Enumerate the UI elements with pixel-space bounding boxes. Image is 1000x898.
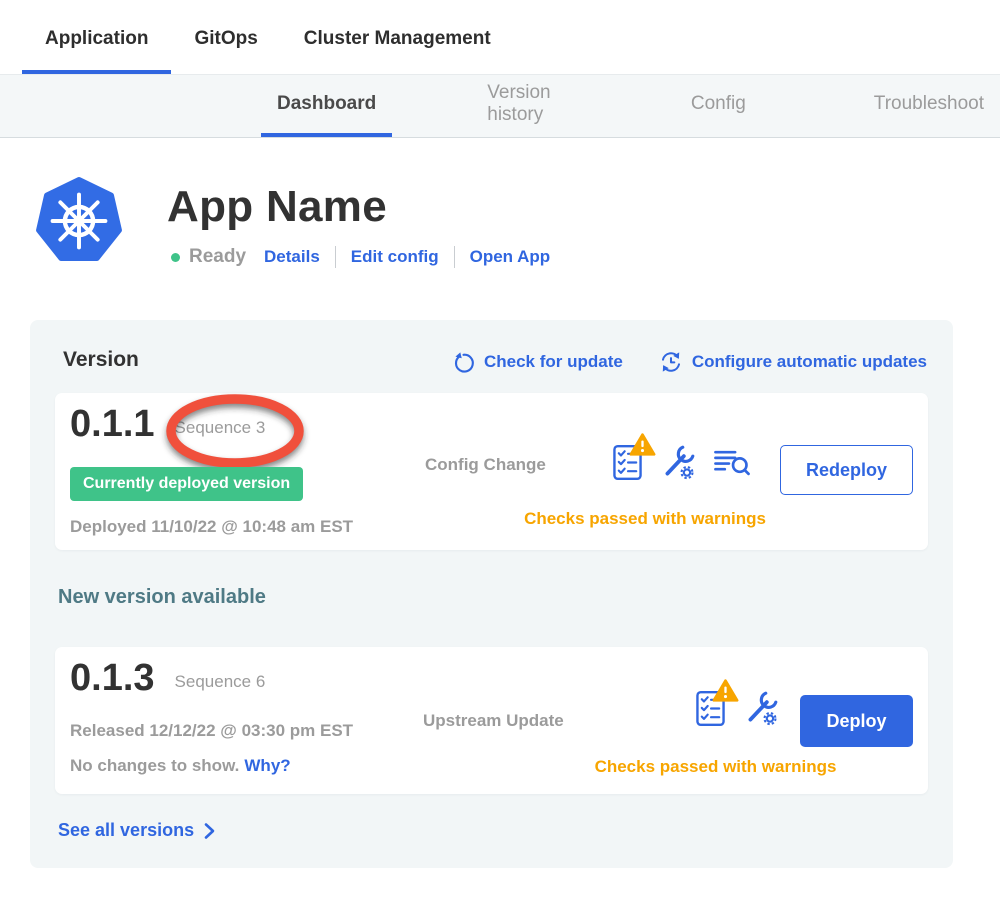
check-for-update-label: Check for update	[484, 352, 623, 372]
open-app-link[interactable]: Open App	[470, 247, 551, 267]
auto-update-clock-icon	[659, 350, 683, 374]
status-badge: Ready	[189, 246, 246, 268]
edit-config-wrench-icon[interactable]	[660, 443, 696, 481]
no-changes-text: No changes to show. Why?	[70, 756, 291, 776]
tab-version-history[interactable]: Version history	[471, 75, 579, 137]
version-panel: Version Check for update Configure autom…	[30, 320, 953, 868]
kubernetes-logo-icon	[35, 176, 123, 266]
current-version-sequence: Sequence 3	[175, 418, 266, 438]
top-nav: Application GitOps Cluster Management	[0, 0, 1000, 74]
view-diff-icon[interactable]	[713, 447, 751, 478]
new-version-sequence: Sequence 6	[175, 672, 266, 692]
current-version-number: 0.1.1	[70, 405, 155, 443]
why-link[interactable]: Why?	[244, 756, 290, 775]
tab-gitops[interactable]: GitOps	[171, 28, 280, 74]
currently-deployed-badge: Currently deployed version	[70, 467, 303, 501]
preflight-warning-text: Checks passed with warnings	[563, 757, 868, 777]
preflight-warning-text: Checks passed with warnings	[495, 509, 795, 529]
new-version-card: 0.1.3 Sequence 6 Released 12/12/22 @ 03:…	[55, 647, 928, 794]
new-version-source: Upstream Update	[423, 711, 564, 731]
app-header: App Name Ready Details Edit config Open …	[35, 176, 1000, 268]
configure-automatic-updates-label: Configure automatic updates	[692, 352, 927, 372]
deployed-timestamp: Deployed 11/10/22 @ 10:48 am EST	[70, 517, 353, 537]
warning-triangle-icon	[629, 432, 656, 457]
new-version-number: 0.1.3	[70, 659, 155, 697]
see-all-versions-link[interactable]: See all versions	[58, 820, 216, 841]
preflight-checks-icon[interactable]	[612, 444, 643, 481]
tab-application[interactable]: Application	[22, 28, 171, 74]
app-sub-nav: Dashboard Version history Config Trouble…	[0, 74, 1000, 138]
details-link[interactable]: Details	[264, 247, 320, 267]
new-version-available-heading: New version available	[58, 586, 266, 609]
tab-config[interactable]: Config	[675, 75, 762, 137]
no-changes-label: No changes to show.	[70, 756, 239, 775]
see-all-versions-label: See all versions	[58, 820, 194, 841]
edit-config-wrench-icon[interactable]	[743, 689, 779, 727]
tab-dashboard[interactable]: Dashboard	[261, 75, 392, 137]
redeploy-button[interactable]: Redeploy	[780, 445, 913, 495]
divider	[454, 246, 455, 268]
status-ready-dot-icon	[171, 253, 180, 262]
refresh-icon	[452, 351, 475, 374]
tab-cluster-management[interactable]: Cluster Management	[281, 28, 514, 74]
chevron-right-icon	[203, 822, 216, 840]
check-for-update-link[interactable]: Check for update	[452, 351, 623, 374]
page-title: App Name	[167, 182, 550, 232]
released-timestamp: Released 12/12/22 @ 03:30 pm EST	[70, 721, 353, 741]
divider	[335, 246, 336, 268]
configure-automatic-updates-link[interactable]: Configure automatic updates	[659, 350, 927, 374]
current-version-card: 0.1.1 Sequence 3 Currently deployed vers…	[55, 393, 928, 550]
preflight-checks-icon[interactable]	[695, 690, 726, 727]
edit-config-link[interactable]: Edit config	[351, 247, 439, 267]
warning-triangle-icon	[712, 678, 739, 703]
current-version-source: Config Change	[425, 455, 546, 475]
version-panel-heading: Version	[63, 348, 139, 372]
deploy-button[interactable]: Deploy	[800, 695, 913, 747]
tab-troubleshoot[interactable]: Troubleshoot	[858, 75, 1000, 137]
